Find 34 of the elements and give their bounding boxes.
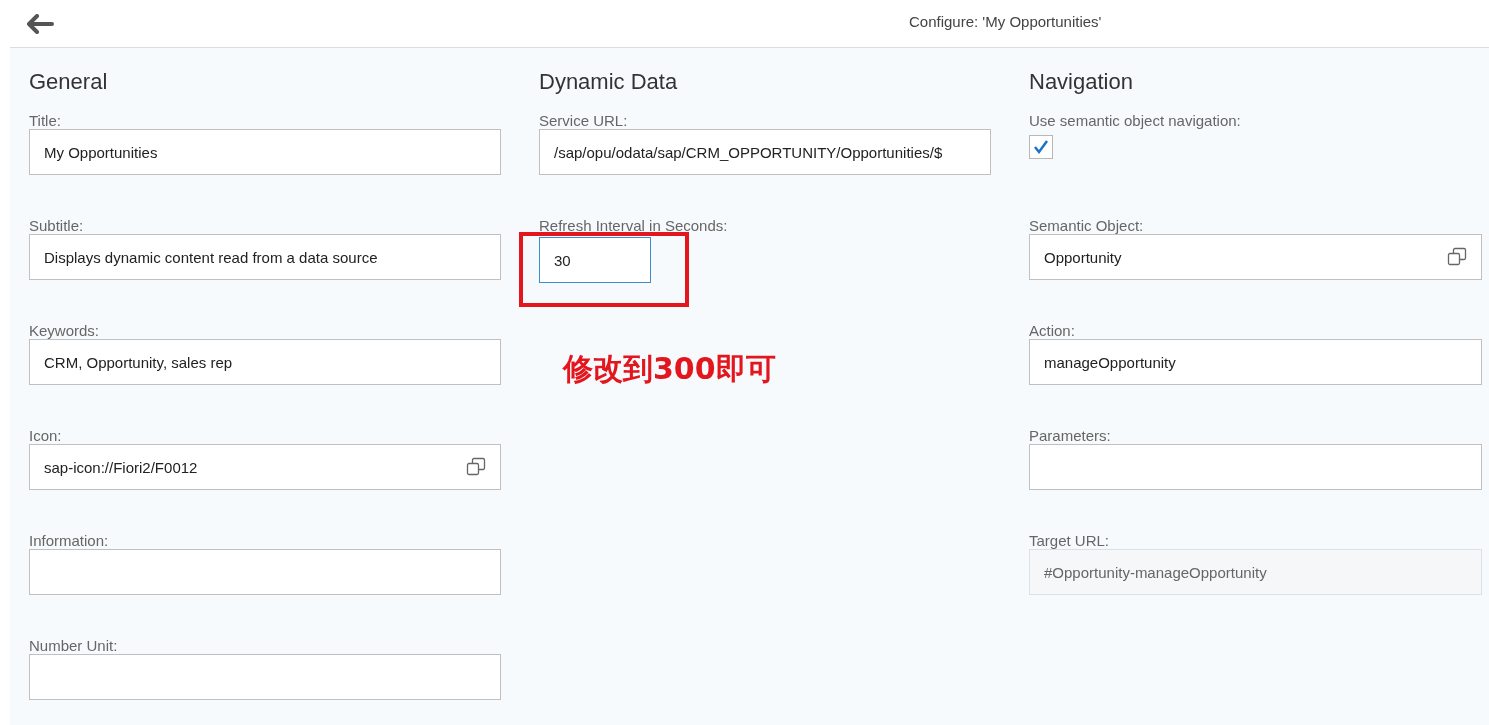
- field-label: Refresh Interval in Seconds:: [539, 217, 729, 235]
- field-label: Parameters:: [1029, 427, 1112, 445]
- input-field[interactable]: My Opportunities: [29, 129, 501, 175]
- field-label: Icon:: [29, 427, 63, 445]
- field-label: Subtitle:: [29, 217, 85, 235]
- field-label: Title:: [29, 112, 62, 130]
- field-label: Semantic Object:: [1029, 217, 1145, 235]
- annotation-note: 修改到300即可: [563, 350, 777, 388]
- field-label: Keywords:: [29, 322, 101, 340]
- section-heading: General: [29, 68, 109, 96]
- field-label: Target URL:: [1029, 532, 1111, 550]
- field-label: Use semantic object navigation:: [1029, 112, 1242, 130]
- section-heading: Navigation: [1029, 68, 1134, 96]
- input-field[interactable]: manageOpportunity: [1029, 339, 1482, 385]
- checkmark-icon: [1032, 138, 1050, 156]
- input-field[interactable]: Opportunity: [1029, 234, 1482, 280]
- input-field[interactable]: [29, 654, 501, 700]
- field-label: Number Unit:: [29, 637, 119, 655]
- input-field[interactable]: /sap/opu/odata/sap/CRM_OPPORTUNITY/Opportunities/$: [539, 129, 991, 175]
- checkbox[interactable]: [1029, 135, 1053, 159]
- page-title: Configure: 'My Opportunities': [909, 13, 1102, 30]
- field-label: Information:: [29, 532, 110, 550]
- value-help-icon[interactable]: [466, 457, 486, 477]
- input-field[interactable]: sap-icon://Fiori2/F0012: [29, 444, 501, 490]
- input-field[interactable]: 30: [539, 237, 651, 283]
- back-arrow-icon: [26, 13, 54, 34]
- input-field[interactable]: CRM, Opportunity, sales rep: [29, 339, 501, 385]
- field-label: Service URL:: [539, 112, 629, 130]
- input-field[interactable]: [29, 549, 501, 595]
- value-help-icon[interactable]: [1447, 247, 1467, 267]
- field-label: Action:: [1029, 322, 1076, 340]
- input-field[interactable]: Displays dynamic content read from a data source: [29, 234, 501, 280]
- section-heading: Dynamic Data: [539, 68, 679, 96]
- input-field[interactable]: [1029, 444, 1482, 490]
